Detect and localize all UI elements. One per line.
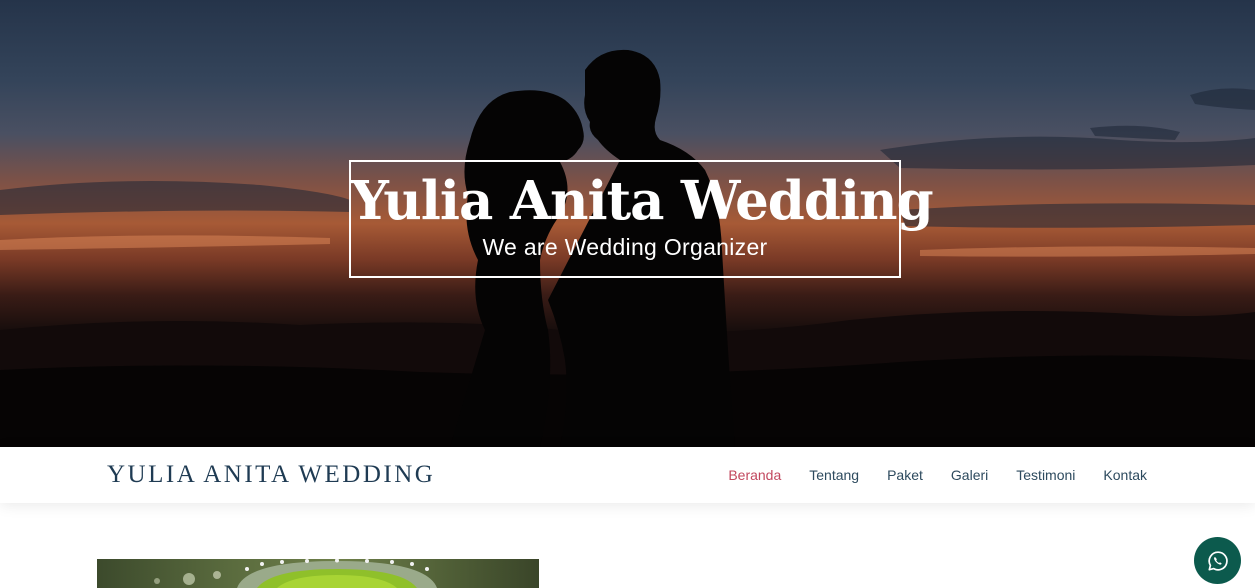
nav-item-testimoni[interactable]: Testimoni bbox=[1016, 467, 1075, 483]
hero-title: Yulia Anita Wedding bbox=[351, 170, 934, 232]
nav-item-paket[interactable]: Paket bbox=[887, 467, 923, 483]
hero-subtitle: We are Wedding Organizer bbox=[482, 234, 768, 260]
hero-title-box: Yulia Anita Wedding We are Wedding Organ… bbox=[349, 160, 934, 278]
main-navbar: YULIA ANITA WEDDING Beranda Tentang Pake… bbox=[0, 447, 1255, 503]
nav-item-kontak[interactable]: Kontak bbox=[1103, 467, 1147, 483]
hero-banner: Yulia Anita Wedding We are Wedding Organ… bbox=[0, 0, 1255, 447]
brand-logo[interactable]: YULIA ANITA WEDDING bbox=[107, 461, 435, 489]
about-photo bbox=[97, 559, 539, 588]
whatsapp-button[interactable] bbox=[1194, 537, 1241, 584]
nav-menu: Beranda Tentang Paket Galeri Testimoni K… bbox=[728, 447, 1147, 503]
whatsapp-icon bbox=[1207, 550, 1228, 571]
nav-item-beranda[interactable]: Beranda bbox=[728, 467, 781, 483]
nav-item-tentang[interactable]: Tentang bbox=[809, 467, 859, 483]
nav-item-galeri[interactable]: Galeri bbox=[951, 467, 988, 483]
